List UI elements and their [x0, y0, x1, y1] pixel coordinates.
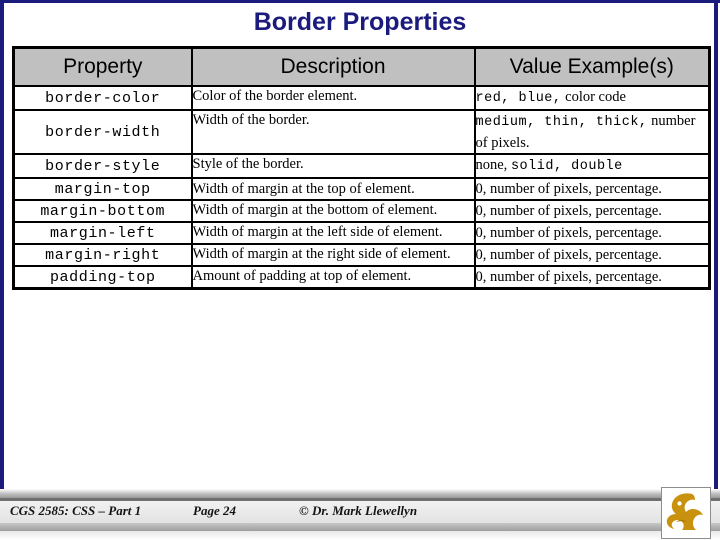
table-row: margin-bottom Width of margin at the bott… [12, 199, 711, 223]
cell-value-example: red, blue, color code [473, 85, 711, 111]
cell-property-name: margin-top [12, 177, 193, 201]
footer-bar-top-gradient [0, 489, 720, 498]
value-plain-text: 0, number of pixels, percentage. [475, 225, 662, 241]
slide-frame-right-edge [714, 0, 718, 540]
border-properties-table: Property Description Value Example(s) bo… [12, 46, 711, 290]
table-row: border-width Width of the border. medium, … [12, 109, 711, 155]
value-plain-text: 0, number of pixels, percentage. [475, 269, 662, 285]
cell-description: Width of margin at the bottom of element… [190, 199, 476, 223]
cell-property-name: border-style [12, 153, 193, 179]
footer-copyright-label: © Dr. Mark Llewellyn [299, 503, 418, 518]
cell-value-example: 0, number of pixels, percentage. [473, 199, 711, 223]
column-header-description: Description [190, 46, 476, 87]
cell-property-name: padding-top [12, 265, 193, 290]
cell-value-example: 0, number of pixels, percentage. [473, 243, 711, 267]
cell-description: Width of margin at the top of element. [190, 177, 476, 201]
footer-course-label: CGS 2585: CSS – Part 1 [10, 503, 142, 518]
cell-value-example: 0, number of pixels, percentage. [473, 265, 711, 290]
column-header-property: Property [12, 46, 193, 87]
slide-canvas: Border Properties Property Description V… [0, 0, 720, 540]
cell-description: Color of the border element. [190, 85, 476, 111]
cell-value-example: none, solid, double [473, 153, 711, 179]
slide-title: Border Properties [253, 8, 467, 36]
table-row: margin-right Width of margin at the right… [12, 243, 711, 267]
slide-frame-left-edge [0, 0, 4, 540]
value-plain-text: 0, number of pixels, percentage. [475, 203, 662, 219]
border-properties-table-container: Property Description Value Example(s) bo… [12, 46, 711, 290]
value-plain-text: 0, number of pixels, percentage. [475, 181, 662, 197]
cell-description: Width of margin at the right side of ele… [190, 243, 476, 267]
value-keyword-text: solid, double [510, 159, 623, 174]
slide-frame-top-edge [0, 0, 720, 3]
table-row: margin-top Width of margin at the top of … [12, 177, 711, 201]
table-row: border-color Color of the border element.… [12, 85, 711, 111]
footer-page-number: Page 24 [193, 503, 236, 518]
cell-property-name: margin-right [12, 243, 193, 267]
value-keyword-text: red, blue, [475, 91, 562, 106]
value-plain-text: color code [565, 89, 626, 105]
cell-property-name: border-width [12, 109, 193, 155]
table-row: margin-left Width of margin at the left s… [12, 221, 711, 245]
cell-property-name: border-color [12, 85, 193, 111]
table-row: padding-top Amount of padding at top of e… [12, 265, 711, 290]
ucf-pegasus-logo [661, 487, 711, 539]
cell-description: Width of margin at the left side of elem… [190, 221, 476, 245]
cell-value-example: 0, number of pixels, percentage. [473, 177, 711, 201]
footer-text-row: CGS 2585: CSS – Part 1 Page 24 © Dr. Mar… [0, 503, 720, 525]
cell-description: Width of the border. [190, 109, 476, 155]
cell-property-name: margin-left [12, 221, 193, 245]
table-row: border-style Style of the border. none, so… [12, 153, 711, 179]
cell-value-example: 0, number of pixels, percentage. [473, 221, 711, 245]
table-header-row: Property Description Value Example(s) [12, 46, 711, 87]
cell-description: Amount of padding at top of element. [190, 265, 476, 290]
footer-bar-bottom-fade [0, 531, 720, 540]
cell-property-name: margin-bottom [12, 199, 193, 223]
value-keyword-text: medium, thin, thick, [475, 115, 648, 130]
cell-description: Style of the border. [190, 153, 476, 179]
value-plain-text: 0, number of pixels, percentage. [475, 247, 662, 263]
cell-value-example: medium, thin, thick, number of pixels. [473, 109, 711, 155]
table-body: border-color Color of the border element.… [12, 85, 711, 290]
ucf-pegasus-logo-icon [666, 493, 703, 530]
value-plain-text: none, [475, 157, 508, 173]
column-header-value-example: Value Example(s) [473, 46, 711, 87]
